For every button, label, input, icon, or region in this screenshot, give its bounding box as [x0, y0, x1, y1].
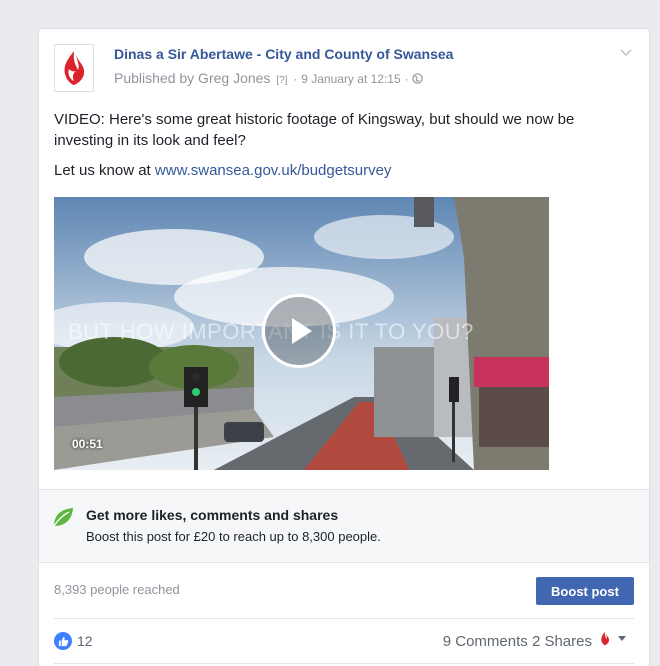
publisher-text[interactable]: Published by Greg Jones — [114, 70, 270, 86]
post-header: Dinas a Sir Abertawe - City and County o… — [54, 44, 634, 94]
people-reached[interactable]: 8,393 people reached — [54, 582, 180, 597]
post-cta: Let us know at www.swansea.gov.uk/budget… — [54, 160, 629, 181]
comments-count[interactable]: 9 Comments — [443, 633, 528, 650]
actor-selector[interactable] — [599, 631, 627, 646]
cta-prefix: Let us know at — [54, 162, 155, 179]
swansea-logo-icon — [64, 51, 85, 85]
post-timestamp[interactable]: 9 January at 12:15 — [301, 72, 400, 86]
page-avatar[interactable] — [54, 44, 94, 92]
page-name-link[interactable]: Dinas a Sir Abertawe - City and County o… — [114, 46, 453, 62]
post-message: VIDEO: Here's some great historic footag… — [54, 111, 575, 149]
shares-count[interactable]: 2 Shares — [532, 633, 592, 650]
promo-subtitle: Boost this post for £20 to reach up to 8… — [86, 529, 381, 544]
leaf-icon — [53, 508, 73, 527]
post-body: VIDEO: Here's some great historic footag… — [54, 109, 629, 190]
budget-survey-link[interactable]: www.swansea.gov.uk/budgetsurvey — [155, 162, 392, 179]
video-player[interactable]: BUT HOW IMPORTANT IS IT TO YOU? 00:51 — [54, 197, 549, 470]
separator: · — [293, 72, 298, 86]
like-reaction-icon[interactable] — [54, 632, 72, 650]
play-icon — [292, 318, 312, 344]
help-marker[interactable]: [?] — [276, 75, 287, 86]
post-meta: Published by Greg Jones [?] · 9 January … — [114, 70, 424, 86]
engagement-summary: 9 Comments 2 Shares — [443, 633, 592, 650]
play-button[interactable] — [262, 294, 336, 368]
like-count[interactable]: 12 — [77, 633, 93, 649]
caret-down-icon — [618, 635, 626, 641]
separator: · — [404, 72, 409, 86]
promo-title: Get more likes, comments and shares — [86, 507, 339, 523]
video-duration: 00:51 — [72, 437, 103, 451]
globe-icon[interactable] — [412, 73, 424, 84]
swansea-logo-icon — [601, 631, 609, 646]
divider — [54, 663, 634, 664]
boost-promo-banner[interactable]: Get more likes, comments and shares Boos… — [39, 489, 649, 563]
thumbs-up-icon — [58, 636, 68, 646]
post-card: Dinas a Sir Abertawe - City and County o… — [38, 28, 650, 666]
boost-post-button[interactable]: Boost post — [536, 577, 634, 605]
chevron-down-icon[interactable] — [618, 44, 634, 60]
divider — [54, 618, 634, 619]
